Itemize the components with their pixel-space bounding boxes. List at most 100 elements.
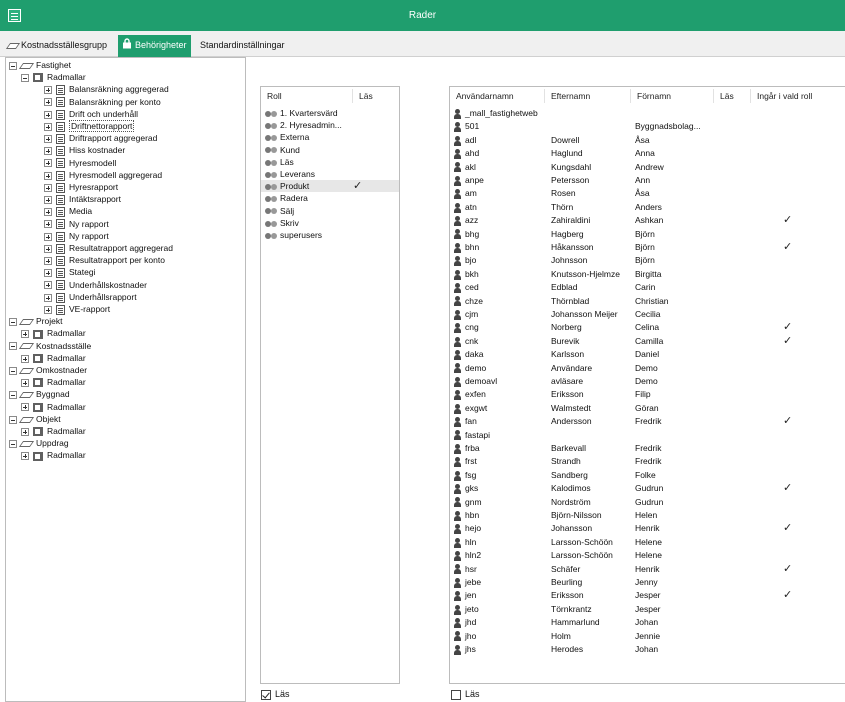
role-row[interactable]: Kund [261,144,399,156]
checkbox-box[interactable] [451,689,461,700]
role-row[interactable]: Leverans [261,168,399,180]
tab-kostnadsstallesgrupp[interactable]: Kostnadsställesgrupp [4,35,111,57]
column-header-las[interactable]: Läs [353,89,399,103]
user-row[interactable]: hbn Björn-Nilsson Helen [450,509,845,521]
tab-standardinstallningar[interactable]: Standardinställningar [196,35,289,57]
user-row[interactable]: frst Strandh Fredrik [450,455,845,468]
collapse-icon[interactable] [21,73,29,82]
tree-report-item[interactable]: Stategi [44,266,95,279]
role-row[interactable]: Läs [261,156,399,168]
role-row[interactable]: Skriv [261,217,399,229]
expand-icon[interactable] [44,269,52,278]
expand-icon[interactable] [44,208,52,217]
user-row[interactable]: exfen Eriksson Filip [450,388,845,401]
tree-report-item[interactable]: Hiss kostnader [44,144,125,157]
expand-icon[interactable] [44,110,52,119]
tree-group-4[interactable]: Byggnad [9,388,70,400]
tree-group-1[interactable]: Projekt [9,315,62,327]
user-row[interactable]: gks Kalodimos Gudrun ✓ [450,482,845,494]
roles-list[interactable]: Roll Läs 1. Kvartersvärd 2. Hyresadmin...… [260,86,400,684]
expand-icon[interactable] [44,232,52,241]
tree-report-item[interactable]: Balansräkning aggregerad [44,83,169,96]
tree-report-item[interactable]: Driftnettorapport [44,120,135,132]
tree-group-3[interactable]: Omkostnader [9,364,87,376]
role-row[interactable]: Sälj [261,205,399,217]
user-row[interactable]: jhs Herodes Johan [450,643,845,655]
user-row[interactable]: atn Thörn Anders [450,201,845,213]
column-header-fornamn[interactable]: Förnamn [631,89,714,103]
user-row[interactable]: bkh Knutsson-Hjelmze Birgitta [450,268,845,280]
tree-report-item[interactable]: Ny rapport [44,218,109,230]
expand-icon[interactable] [44,256,52,265]
expand-icon[interactable] [21,403,29,412]
role-row[interactable]: 1. Kvartersvärd [261,107,399,119]
expand-icon[interactable] [44,293,52,302]
user-row[interactable]: gnm Nordström Gudrun [450,496,845,508]
user-row[interactable]: fastapi [450,429,845,441]
column-header-efternamn[interactable]: Efternamn [545,89,631,103]
expand-icon[interactable] [44,305,52,314]
collapse-icon[interactable] [9,415,17,424]
tree-report-item[interactable]: Hyresmodell [44,157,116,169]
roles-las-checkbox[interactable]: Läs [261,688,290,700]
collapse-icon[interactable] [9,439,17,448]
user-row[interactable]: frba Barkevall Fredrik [450,442,845,454]
tree-report-item[interactable]: Underhållsrapport [44,291,137,303]
user-row[interactable]: cnk Burevik Camilla ✓ [450,335,845,347]
tree-report-item[interactable]: Resultatrapport aggregerad [44,242,173,254]
column-header-las[interactable]: Läs [714,89,751,103]
tree-radmallar[interactable]: Radmallar [21,352,86,364]
user-row[interactable]: jho Holm Jennie [450,630,845,642]
user-row[interactable]: demoavl avläsare Demo [450,375,845,387]
user-row[interactable]: hln Larsson-Schöön Helene [450,536,845,548]
tree-radmallar[interactable]: Radmallar [21,449,86,461]
user-row[interactable]: cjm Johansson Meijer Cecilia [450,308,845,320]
user-row[interactable]: demo Användare Demo [450,362,845,374]
tree-radmallar[interactable]: Radmallar [21,327,86,339]
user-row[interactable]: fan Andersson Fredrik ✓ [450,415,845,427]
user-row[interactable]: exgwt Walmstedt Göran [450,402,845,414]
user-row[interactable]: adl Dowrell Åsa [450,134,845,146]
expand-icon[interactable] [44,159,52,168]
user-row[interactable]: bhg Hagberg Björn [450,228,845,240]
expand-icon[interactable] [21,378,29,387]
user-row[interactable]: ahd Haglund Anna [450,147,845,159]
user-row[interactable]: hln2 Larsson-Schöön Helene [450,549,845,561]
user-row[interactable]: bhn Håkansson Björn ✓ [450,241,845,253]
expand-icon[interactable] [21,427,29,436]
expand-icon[interactable] [44,244,52,253]
expand-icon[interactable] [44,86,52,95]
user-row[interactable]: cng Norberg Celina ✓ [450,321,845,333]
tree-report-item[interactable]: Drift och underhåll [44,108,138,120]
expand-icon[interactable] [21,452,29,461]
collapse-icon[interactable] [9,61,17,70]
tree-report-item[interactable]: Driftrapport aggregerad [44,132,157,144]
collapse-icon[interactable] [9,391,17,400]
tree-group-6[interactable]: Uppdrag [9,437,69,449]
expand-icon[interactable] [21,354,29,363]
user-row[interactable]: hsr Schäfer Henrik ✓ [450,563,845,575]
tab-behorigheter[interactable]: Behörigheter [118,35,191,57]
column-header-anvandarnamn[interactable]: Användarnamn [450,89,545,103]
role-row[interactable]: 2. Hyresadmin... [261,119,399,131]
role-row[interactable]: Produkt ✓ [261,180,399,193]
tree-report-item[interactable]: Hyresrapport [44,181,118,193]
collapse-icon[interactable] [9,342,17,351]
user-row[interactable]: am Rosen Åsa [450,187,845,200]
tree-radmallar[interactable]: Radmallar [21,376,86,388]
tree-group-2[interactable]: Kostnadsställe [9,340,91,352]
user-row[interactable]: hejo Johansson Henrik ✓ [450,522,845,534]
tree-report-item[interactable]: Resultatrapport per konto [44,254,165,266]
checkbox-box[interactable] [261,689,271,700]
user-row[interactable]: jhd Hammarlund Johan [450,616,845,628]
collapse-icon[interactable] [9,366,17,375]
user-row[interactable]: jeto Törnkrantz Jesper [450,603,845,615]
expand-icon[interactable] [21,330,29,339]
expand-icon[interactable] [44,122,52,131]
user-row[interactable]: akl Kungsdahl Andrew [450,161,845,173]
user-row[interactable]: chze Thörnblad Christian [450,295,845,307]
role-row[interactable]: Radera [261,192,399,204]
tree-report-item[interactable]: Underhållskostnader [44,279,147,291]
role-row[interactable]: superusers [261,229,399,241]
tree-group-5[interactable]: Objekt [9,413,61,425]
